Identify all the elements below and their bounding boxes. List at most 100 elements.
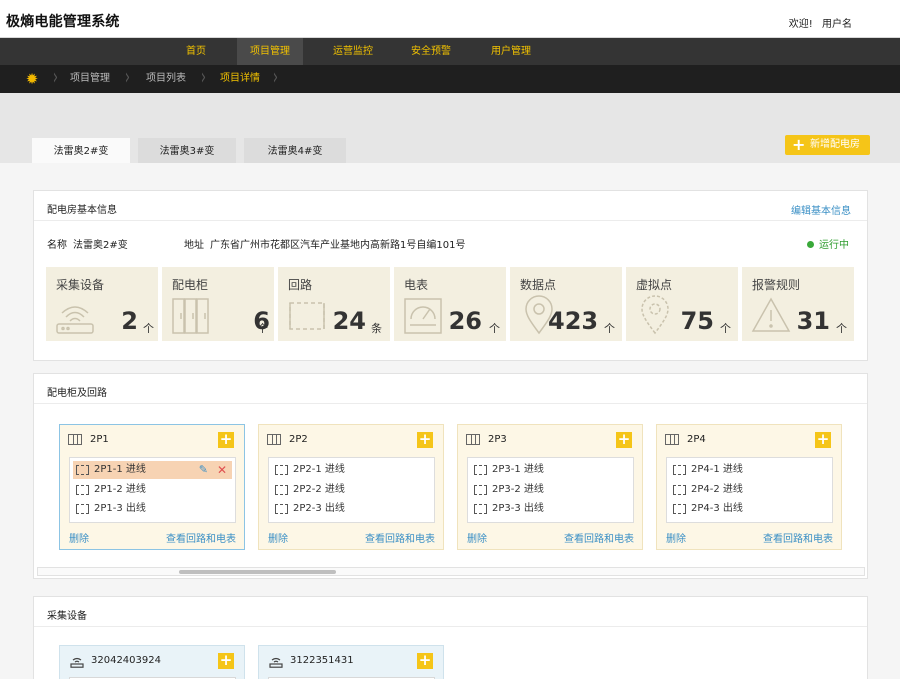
wifi-router-icon xyxy=(56,306,94,334)
stat-unit: 个 xyxy=(143,322,154,335)
stat-value: 24 xyxy=(332,307,366,335)
stat-value: 423 xyxy=(548,307,599,335)
stat-meters[interactable]: 电表 26 个 xyxy=(394,267,506,341)
list-item[interactable]: 2P1-1 进线 ✎ ✕ xyxy=(73,461,232,479)
add-loop-button[interactable]: + xyxy=(417,432,433,448)
tab-room-4[interactable]: 法雷奥4#变 xyxy=(244,138,346,164)
stat-value: 2 xyxy=(121,307,138,335)
cabinet-icon xyxy=(68,434,82,445)
view-loops-meters-link[interactable]: 查看回路和电表 xyxy=(763,530,833,545)
plus-icon: + xyxy=(792,135,806,154)
loop-icon xyxy=(76,465,89,475)
stat-cabinets[interactable]: 配电柜 6 个 xyxy=(162,267,274,341)
loop-name: 2P2-2 进线 xyxy=(293,484,345,495)
edit-basic-info-link[interactable]: 编辑基本信息 xyxy=(791,202,851,217)
device-card[interactable]: 32042403924 + xyxy=(59,645,245,679)
stat-virtual-points[interactable]: 虚拟点 75 个 xyxy=(626,267,738,341)
app-title: 极熵电能管理系统 xyxy=(6,14,120,30)
loop-icon xyxy=(275,485,288,495)
list-item[interactable]: 2P3-2 进线 xyxy=(471,481,630,499)
chevron-right-icon: › xyxy=(272,65,279,90)
loop-list: 2P4-1 进线 2P4-2 进线 2P4-3 出线 xyxy=(666,457,833,523)
cabinet-icon xyxy=(466,434,480,445)
list-item[interactable]: 2P2-2 进线 xyxy=(272,481,431,499)
stat-loops[interactable]: 回路 24 条 xyxy=(278,267,390,341)
list-item[interactable]: 2P2-3 出线 xyxy=(272,500,431,518)
loop-name: 2P2-1 进线 xyxy=(293,464,345,475)
list-item[interactable]: 2P3-1 进线 xyxy=(471,461,630,479)
breadcrumb-project-list[interactable]: 项目列表 xyxy=(146,65,186,93)
stat-unit: 个 xyxy=(836,322,847,335)
warning-icon xyxy=(751,297,791,332)
list-item[interactable]: 2P4-2 进线 xyxy=(670,481,829,499)
list-item[interactable]: 2P4-3 出线 xyxy=(670,500,829,518)
scrollbar-thumb[interactable] xyxy=(179,570,336,574)
add-device-button[interactable]: + xyxy=(218,653,234,669)
list-item[interactable]: 2P2-1 进线 xyxy=(272,461,431,479)
device-card[interactable]: 3122351431 + xyxy=(258,645,444,679)
delete-cabinet-link[interactable]: 删除 xyxy=(666,530,686,545)
loop-name: 2P1-3 出线 xyxy=(94,503,146,514)
welcome-text: 欢迎! xyxy=(788,19,813,30)
nav-item-operation-monitoring[interactable]: 运营监控 xyxy=(321,38,385,65)
nav-item-safety-alert[interactable]: 安全预警 xyxy=(399,38,463,65)
sun-logo-icon[interactable]: ✹ xyxy=(24,71,40,87)
add-loop-button[interactable]: + xyxy=(616,432,632,448)
pencil-icon[interactable]: ✎ xyxy=(199,461,208,479)
nav-item-user-management[interactable]: 用户管理 xyxy=(479,38,543,65)
close-icon[interactable]: ✕ xyxy=(217,461,227,479)
breadcrumb-project-detail: 项目详情 xyxy=(220,73,260,84)
nav-item-home[interactable]: 首页 xyxy=(174,38,218,65)
list-item[interactable]: 2P3-3 出线 xyxy=(471,500,630,518)
cabinet-name: 2P4 xyxy=(687,434,706,445)
loop-name: 2P4-3 出线 xyxy=(691,503,743,514)
main-content: 配电房基本信息 编辑基本信息 名称 法雷奥2#变 地址 广东省广州市花都区汽车产… xyxy=(0,163,900,679)
view-loops-meters-link[interactable]: 查看回路和电表 xyxy=(166,530,236,545)
cabinet-card[interactable]: 2P2 + 2P2-1 进线 2P2-2 进线 2P2-3 出线 删除 查看回路… xyxy=(258,424,444,550)
stat-value: 31 xyxy=(796,307,830,335)
view-loops-meters-link[interactable]: 查看回路和电表 xyxy=(365,530,435,545)
cabinet-card[interactable]: 2P4 + 2P4-1 进线 2P4-2 进线 2P4-3 出线 删除 查看回路… xyxy=(656,424,842,550)
loop-list: 2P1-1 进线 ✎ ✕ 2P1-2 进线 2P1-3 出线 xyxy=(69,457,236,523)
cabinet-card[interactable]: 2P3 + 2P3-1 进线 2P3-2 进线 2P3-3 出线 删除 查看回路… xyxy=(457,424,643,550)
loop-icon xyxy=(673,465,686,475)
loop-name: 2P3-3 出线 xyxy=(492,503,544,514)
cabinet-name: 2P1 xyxy=(90,434,109,445)
loop-icon xyxy=(275,465,288,475)
add-loop-button[interactable]: + xyxy=(218,432,234,448)
tab-room-3[interactable]: 法雷奥3#变 xyxy=(138,138,236,164)
loop-list: 2P3-1 进线 2P3-2 进线 2P3-3 出线 xyxy=(467,457,634,523)
list-item[interactable]: 2P4-1 进线 xyxy=(670,461,829,479)
stat-label: 回路 xyxy=(288,278,313,292)
main-nav: 首页 项目管理 运营监控 安全预警 用户管理 xyxy=(0,38,900,65)
stat-unit: 个 xyxy=(489,322,500,335)
top-bar: 极熵电能管理系统 欢迎! 用户名 xyxy=(0,0,900,38)
loop-name: 2P1-2 进线 xyxy=(94,484,146,495)
loop-icon xyxy=(474,485,487,495)
cabinet-card[interactable]: 2P1 + 2P1-1 进线 ✎ ✕ 2P1-2 进线 2P1-3 出线 删除 … xyxy=(59,424,245,550)
username-link[interactable]: 用户名 xyxy=(822,19,852,30)
delete-cabinet-link[interactable]: 删除 xyxy=(268,530,288,545)
router-icon xyxy=(269,657,283,668)
loop-name: 2P4-2 进线 xyxy=(691,484,743,495)
view-loops-meters-link[interactable]: 查看回路和电表 xyxy=(564,530,634,545)
stat-collectors[interactable]: 采集设备 2 个 xyxy=(46,267,158,341)
loop-icon xyxy=(474,504,487,514)
add-device-button[interactable]: + xyxy=(417,653,433,669)
list-item[interactable]: 2P1-2 进线 xyxy=(73,481,232,499)
cabinets-panel: 配电柜及回路 2P1 + 2P1-1 进线 ✎ ✕ 2P1-2 进线 2P1-3… xyxy=(33,373,868,579)
add-loop-button[interactable]: + xyxy=(815,432,831,448)
delete-cabinet-link[interactable]: 删除 xyxy=(69,530,89,545)
breadcrumb-project-management[interactable]: 项目管理 xyxy=(70,65,110,93)
horizontal-scrollbar[interactable] xyxy=(37,567,865,576)
nav-item-project-management[interactable]: 项目管理 xyxy=(237,38,303,65)
tab-room-2[interactable]: 法雷奥2#变 xyxy=(32,138,130,164)
add-room-button[interactable]: + 新增配电房 xyxy=(785,135,870,155)
stat-data-points[interactable]: 数据点 423 个 xyxy=(510,267,622,341)
delete-cabinet-link[interactable]: 删除 xyxy=(467,530,487,545)
stat-alarm-rules[interactable]: 报警规则 31 个 xyxy=(742,267,854,341)
address-label: 地址 xyxy=(184,240,204,251)
list-item[interactable]: 2P1-3 出线 xyxy=(73,500,232,518)
stat-unit: 个 xyxy=(604,322,615,335)
address-value: 广东省广州市花都区汽车产业基地内高新路1号自编101号 xyxy=(210,240,466,251)
